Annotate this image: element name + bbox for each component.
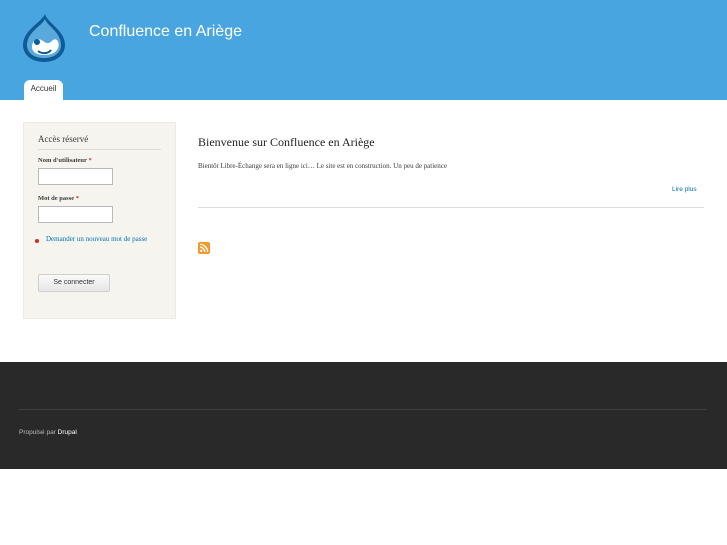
username-field[interactable] <box>38 168 113 185</box>
site-name-link[interactable]: Confluence en Ariège <box>89 23 242 41</box>
powered-by-text: Propulsé par Drupal <box>19 429 77 436</box>
login-block: Accès réservé Nom d'utilisateur * Mot de… <box>23 122 176 319</box>
list-bullet <box>35 239 39 243</box>
password-required-marker: * <box>75 195 79 202</box>
site-header: Confluence en Ariège Accueil <box>0 0 727 100</box>
powered-by-prefix: Propulsé par <box>19 429 56 436</box>
password-label-text: Mot de passe <box>38 195 75 202</box>
drupal-link[interactable]: Drupal <box>58 429 77 436</box>
node-divider <box>198 207 704 208</box>
username-label-text: Nom d'utilisateur <box>38 157 87 164</box>
login-submit-button[interactable]: Se connecter <box>38 274 110 292</box>
rss-feed-icon[interactable] <box>198 242 210 254</box>
read-more-link[interactable]: Lire plus <box>672 186 697 193</box>
node-body-text: Bientôt Libre-Échange sera en ligne ici…… <box>198 162 447 170</box>
username-required-marker: * <box>88 157 92 164</box>
drupal-logo-icon[interactable] <box>21 13 67 63</box>
site-footer: Propulsé par Drupal <box>0 362 727 469</box>
password-label: Mot de passe * <box>38 195 79 202</box>
block-title-divider <box>38 149 161 150</box>
footer-divider <box>19 409 707 410</box>
tab-accueil[interactable]: Accueil <box>24 80 63 100</box>
request-new-password-link[interactable]: Demander un nouveau mot de passe <box>46 234 161 244</box>
password-field[interactable] <box>38 206 113 223</box>
username-label: Nom d'utilisateur * <box>38 157 92 164</box>
node-title[interactable]: Bienvenue sur Confluence en Ariège <box>198 135 375 150</box>
login-block-title: Accès réservé <box>38 134 89 144</box>
